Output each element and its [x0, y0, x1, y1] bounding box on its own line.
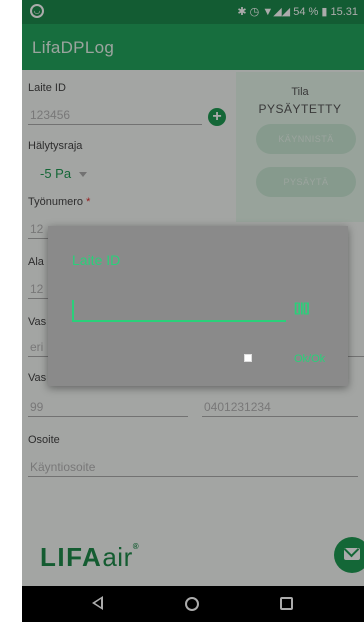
- ok-button[interactable]: Ok/Ok: [294, 353, 325, 365]
- dialog-checkbox[interactable]: [244, 354, 252, 362]
- dialog-input[interactable]: [72, 300, 286, 322]
- phone-screen: ◡ ✱ ◷ ▼◢◢ 54 % ▮ 15.31 LifaDPLog Laite I…: [22, 0, 364, 622]
- barcode-scan-button[interactable]: [|||]: [294, 300, 310, 315]
- dialog-title: Laite ID: [72, 252, 121, 268]
- device-id-dialog: Laite ID [|||] Ok/Ok: [48, 226, 348, 386]
